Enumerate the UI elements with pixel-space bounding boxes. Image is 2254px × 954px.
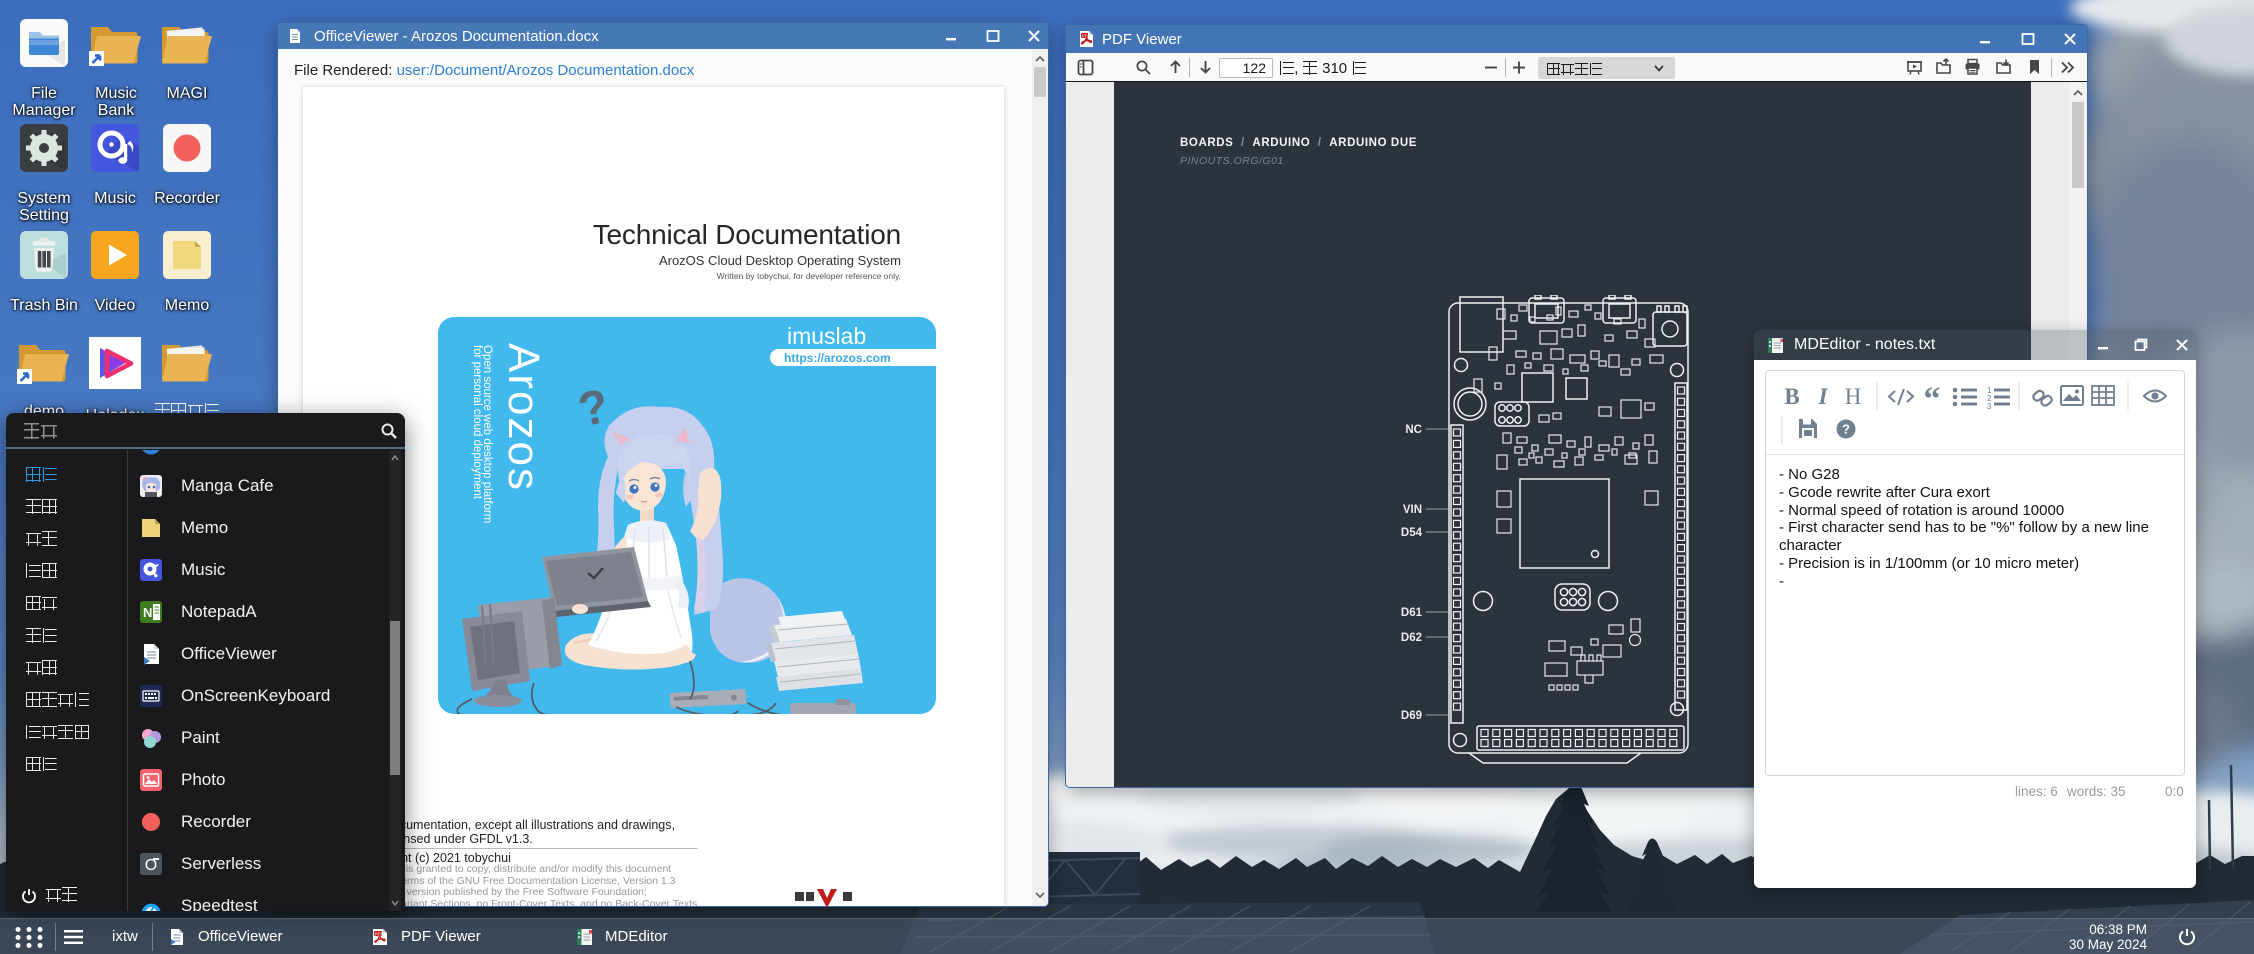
svg-text:?: ? — [1842, 422, 1850, 437]
svg-text:H: H — [1845, 384, 1862, 409]
svg-text:N: N — [143, 605, 152, 620]
svg-text:D54: D54 — [1401, 527, 1423, 539]
svg-text:I: I — [1818, 384, 1829, 409]
svg-text:D62: D62 — [1401, 632, 1422, 644]
svg-text:3: 3 — [1987, 402, 1992, 411]
svg-text:“: “ — [1924, 381, 1941, 418]
svg-text:D61: D61 — [1401, 607, 1423, 619]
svg-text:NC: NC — [1405, 424, 1422, 436]
svg-text:VIN: VIN — [1403, 504, 1422, 516]
svg-text:D69: D69 — [1401, 710, 1422, 722]
svg-text:B: B — [1784, 384, 1799, 409]
